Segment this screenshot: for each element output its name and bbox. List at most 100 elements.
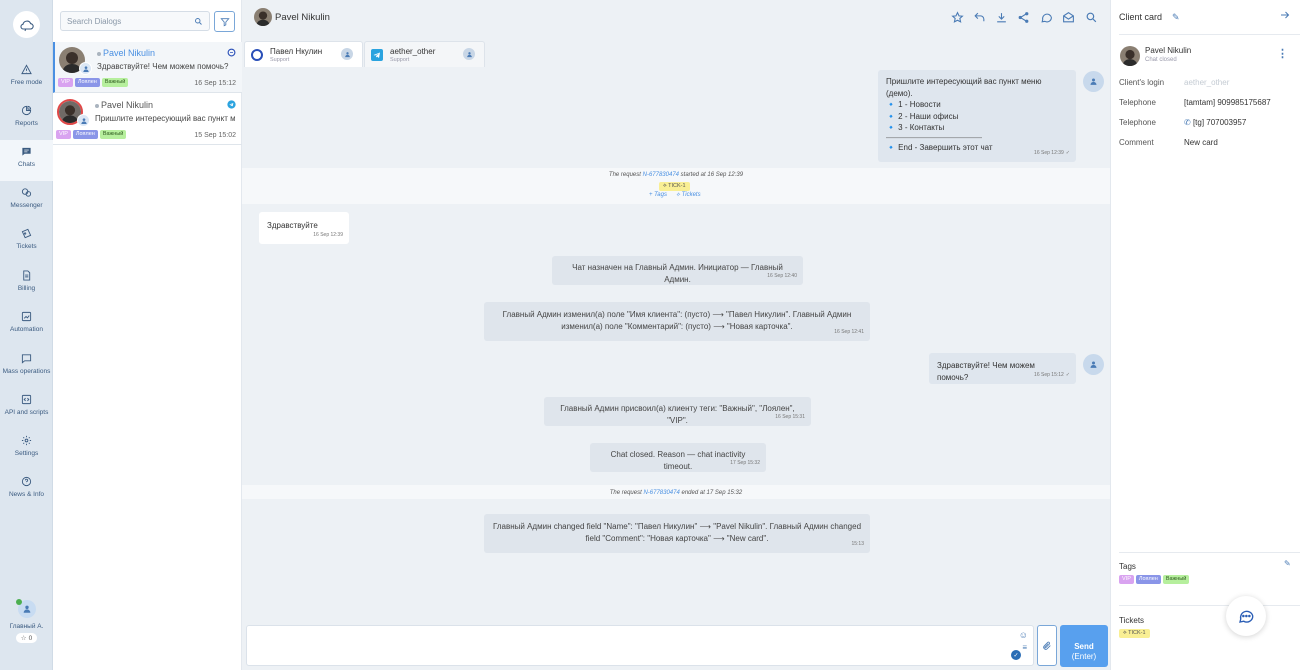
message-feed[interactable]: Пришлите интересующий вас пункт меню (де…: [242, 67, 1110, 620]
user-avatar[interactable]: [15, 599, 36, 618]
tickets-label: Tickets: [1119, 616, 1145, 625]
message-line: ————————————: [886, 132, 982, 142]
telegram-channel-icon: [227, 100, 236, 109]
tags-link-label: Tags: [654, 192, 667, 198]
tab-title: Павел Нкулин: [270, 47, 323, 56]
request-text: The request: [608, 172, 641, 178]
message-line: 🔹 2 - Наши офисы: [886, 111, 959, 121]
phone-icon: ✆: [1184, 118, 1191, 127]
cloud-logo-icon: [19, 20, 34, 31]
tags-link[interactable]: + Tags: [649, 192, 667, 198]
comment-icon[interactable]: [1040, 11, 1053, 24]
tab-online-chat[interactable]: Павел Нкулин Support: [244, 41, 363, 67]
filter-button[interactable]: [214, 11, 235, 32]
share-icon[interactable]: [1017, 11, 1030, 24]
nav-item-free-mode[interactable]: Free mode: [0, 58, 53, 99]
nav-item-mass-operations[interactable]: Mass operations: [0, 347, 53, 388]
nav-item-label: Settings: [14, 450, 39, 457]
ticket-chip[interactable]: ⟡ TICK-1: [1119, 629, 1150, 638]
emoji-icon[interactable]: ☺: [1019, 630, 1028, 640]
system-message: Chat closed. Reason — chat inactivity ti…: [590, 443, 766, 472]
nav-item-label: Mass operations: [2, 368, 51, 375]
operator-icon: [341, 48, 353, 60]
search-input[interactable]: [67, 16, 182, 26]
telephone-value[interactable]: ✆ [tg] 707003957: [1184, 118, 1246, 127]
user-name: Главный А.: [9, 623, 44, 630]
nav-item-messenger[interactable]: Messenger: [0, 181, 53, 222]
telephone-label: Telephone: [1119, 98, 1156, 107]
tag-loyal: Лоялен: [72, 130, 98, 139]
operator-avatar: [1083, 354, 1104, 375]
star-icon[interactable]: [951, 11, 964, 24]
comment-value: New card: [1184, 138, 1218, 147]
nav-item-billing[interactable]: Billing: [0, 264, 53, 305]
mail-icon[interactable]: [1062, 11, 1075, 24]
nav-item-label: Chats: [18, 161, 35, 168]
nav-item-automation[interactable]: Automation: [0, 305, 53, 346]
status-dot: [95, 104, 99, 108]
tab-telegram[interactable]: aether_other Support: [364, 41, 485, 67]
edit-pencil-icon[interactable]: ✎: [1284, 559, 1291, 568]
request-id-link[interactable]: N-677830474: [643, 490, 679, 496]
user-icon: [82, 65, 89, 72]
edit-pencil-icon[interactable]: ✎: [1172, 12, 1180, 23]
client-avatar: [1120, 46, 1140, 66]
divider: [1119, 552, 1300, 553]
help-icon: [21, 476, 32, 487]
dialog-last-message: Здравствуйте! Чем можем помочь?: [97, 62, 229, 71]
code-icon: [21, 394, 32, 405]
operator-badge: [77, 114, 90, 127]
user-icon: [80, 117, 87, 124]
request-id-link[interactable]: N-677830474: [643, 172, 679, 178]
more-options-icon[interactable]: ⋮: [1277, 47, 1288, 60]
attach-button[interactable]: [1037, 625, 1057, 666]
nav-item-label: News & Info: [8, 491, 45, 498]
tab-title: aether_other: [390, 47, 436, 56]
message-text: Главный Админ присвоил(а) клиенту теги: …: [560, 404, 795, 425]
current-user[interactable]: Главный А. ☆ 0: [0, 599, 53, 643]
support-chat-button[interactable]: [1226, 596, 1266, 636]
send-button[interactable]: Send (Enter): [1060, 625, 1108, 667]
dialog-item[interactable]: Pavel Nikulin Пришлите интересующий вас …: [53, 94, 242, 145]
nav-item-news-info[interactable]: News & Info: [0, 470, 53, 511]
templates-icon[interactable]: ≡: [1022, 643, 1027, 652]
arrow-right-icon[interactable]: [1279, 9, 1291, 21]
send-hint: (Enter): [1071, 651, 1097, 661]
message-time: 15:13: [851, 540, 864, 547]
warning-icon: [21, 64, 32, 75]
message-time: 16 Sep 12:39: [1034, 149, 1064, 156]
app-root: Free mode Reports Chats Messenger Ticket…: [0, 0, 1300, 670]
auto-translate-icon[interactable]: ✓: [1011, 650, 1021, 660]
request-ended-note: The request N-677830474 ended at 17 Sep …: [242, 490, 1110, 496]
nav-item-reports[interactable]: Reports: [0, 99, 53, 140]
nav-item-label: Reports: [15, 120, 38, 127]
download-icon[interactable]: [995, 11, 1008, 24]
search-icon[interactable]: [1085, 11, 1098, 24]
ticket-chip-label: TICK-1: [668, 183, 686, 189]
message-meta: 16 Sep 15:12 ✓: [1034, 370, 1070, 382]
message-line: 🔹 1 - Новости: [886, 100, 941, 109]
operator-badge: [79, 62, 92, 75]
dialog-name: Pavel Nikulin: [103, 48, 156, 58]
card-title: Client card: [1119, 12, 1163, 22]
message-input[interactable]: [253, 630, 1003, 662]
client-name: Pavel Nikulin: [1145, 46, 1192, 55]
app-logo[interactable]: [13, 11, 40, 38]
dialog-item[interactable]: Pavel Nikulin Здравствуйте! Чем можем по…: [53, 42, 242, 93]
nav-item-settings[interactable]: Settings: [0, 429, 53, 470]
message-time: 16 Sep 15:31: [775, 413, 805, 420]
nav-item-api-scripts[interactable]: API and scripts: [0, 388, 53, 429]
filter-icon: [219, 17, 230, 26]
tag-loyal: Лоялен: [74, 78, 100, 87]
nav-item-chats[interactable]: Chats: [0, 140, 53, 181]
document-icon: [23, 270, 31, 281]
dialog-time: 16 Sep 15:12: [194, 80, 236, 87]
nav-item-tickets[interactable]: Tickets: [0, 222, 53, 263]
reply-icon[interactable]: [973, 11, 986, 24]
comment-label: Comment: [1119, 138, 1154, 147]
message-composer: ☺ ≡ ✓: [246, 625, 1034, 666]
tickets-link[interactable]: ⟡ Tickets: [676, 192, 701, 199]
telephone-value[interactable]: [tamtam] 909985175687: [1184, 98, 1271, 107]
ticket-chip[interactable]: ⟡ TICK-1: [659, 182, 690, 191]
message-line: 🔹 3 - Контакты: [886, 123, 945, 132]
